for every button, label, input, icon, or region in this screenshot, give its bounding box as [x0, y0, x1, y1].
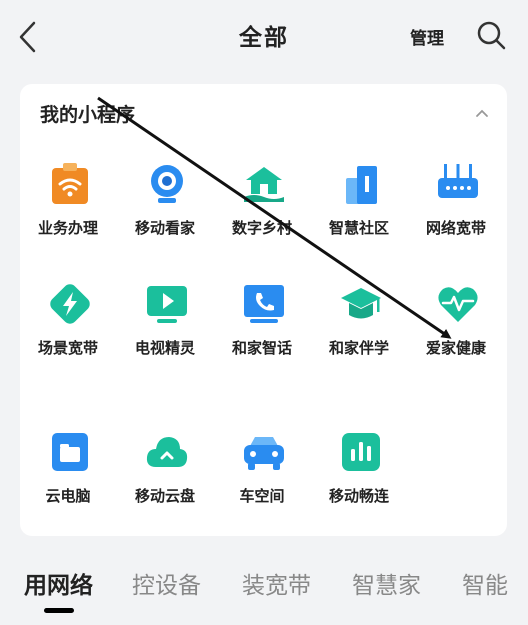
car-icon [244, 437, 284, 470]
app-community[interactable]: 智慧社区 [319, 162, 399, 262]
tab-smart-home[interactable]: 智慧家 [352, 566, 421, 600]
page-title: 全部 [239, 25, 289, 51]
manage-button[interactable]: 管理 [410, 24, 444, 49]
app-label: 网络宽带 [425, 219, 486, 237]
app-cloud-drive[interactable]: 移动云盘 [125, 430, 205, 530]
app-label: 和家伴学 [328, 339, 389, 357]
app-label: 车空间 [239, 487, 285, 505]
app-home-health[interactable]: 爱家健康 [416, 282, 496, 382]
app-broadband[interactable]: 网络宽带 [416, 162, 496, 262]
app-home-call[interactable]: 和家智话 [222, 282, 302, 382]
community-icon [346, 166, 377, 204]
cloud-drive-icon [146, 437, 188, 467]
app-cloud-pc[interactable]: 云电脑 [28, 430, 108, 530]
search-icon[interactable] [474, 18, 508, 52]
tab-install-broadband[interactable]: 装宽带 [242, 566, 311, 600]
mini-programs-card: 我的小程序 业务办理 移动看家 数字乡村 智慧社区 网络宽带 场景宽带 电视精灵… [20, 84, 507, 536]
top-bar: 全部 管理 [0, 0, 528, 72]
app-label: 移动看家 [134, 219, 195, 237]
app-label: 业务办理 [37, 219, 98, 237]
chevron-up-icon[interactable] [472, 103, 492, 123]
heart-pulse-icon [438, 287, 478, 322]
app-label: 场景宽带 [37, 339, 98, 357]
village-icon [244, 167, 284, 202]
tv-play-icon [147, 286, 187, 323]
app-mobile-connect[interactable]: 移动畅连 [319, 430, 399, 530]
router-icon [438, 164, 478, 198]
business-icon [52, 163, 88, 204]
app-camera[interactable]: 移动看家 [125, 162, 205, 262]
app-business[interactable]: 业务办理 [28, 162, 108, 262]
app-home-study[interactable]: 和家伴学 [319, 282, 399, 382]
chat-icon [342, 433, 380, 471]
app-label: 移动云盘 [134, 487, 195, 505]
app-scene-broadband[interactable]: 场景宽带 [28, 282, 108, 382]
active-tab-indicator [44, 608, 74, 613]
app-label: 爱家健康 [425, 339, 486, 357]
app-label: 数字乡村 [231, 219, 292, 237]
tab-smart[interactable]: 智能 [462, 566, 508, 600]
phone-tv-icon [244, 285, 284, 323]
cloud-pc-icon [52, 433, 88, 471]
tab-devices[interactable]: 控设备 [132, 566, 201, 600]
app-label: 云电脑 [45, 487, 91, 505]
app-label: 智慧社区 [328, 219, 389, 237]
app-label: 移动畅连 [328, 487, 389, 505]
tab-network[interactable]: 用网络 [24, 566, 93, 600]
graduation-cap-icon [341, 288, 381, 319]
app-label: 电视精灵 [134, 339, 195, 357]
app-village[interactable]: 数字乡村 [222, 162, 302, 262]
lightning-icon [50, 284, 90, 324]
card-title: 我的小程序 [40, 104, 136, 126]
app-label: 和家智话 [231, 339, 292, 357]
category-tabs: 用网络 控设备 装宽带 智慧家 智能 [0, 552, 528, 612]
app-car-space[interactable]: 车空间 [222, 430, 302, 530]
camera-icon [151, 165, 183, 203]
app-tv-assistant[interactable]: 电视精灵 [125, 282, 205, 382]
